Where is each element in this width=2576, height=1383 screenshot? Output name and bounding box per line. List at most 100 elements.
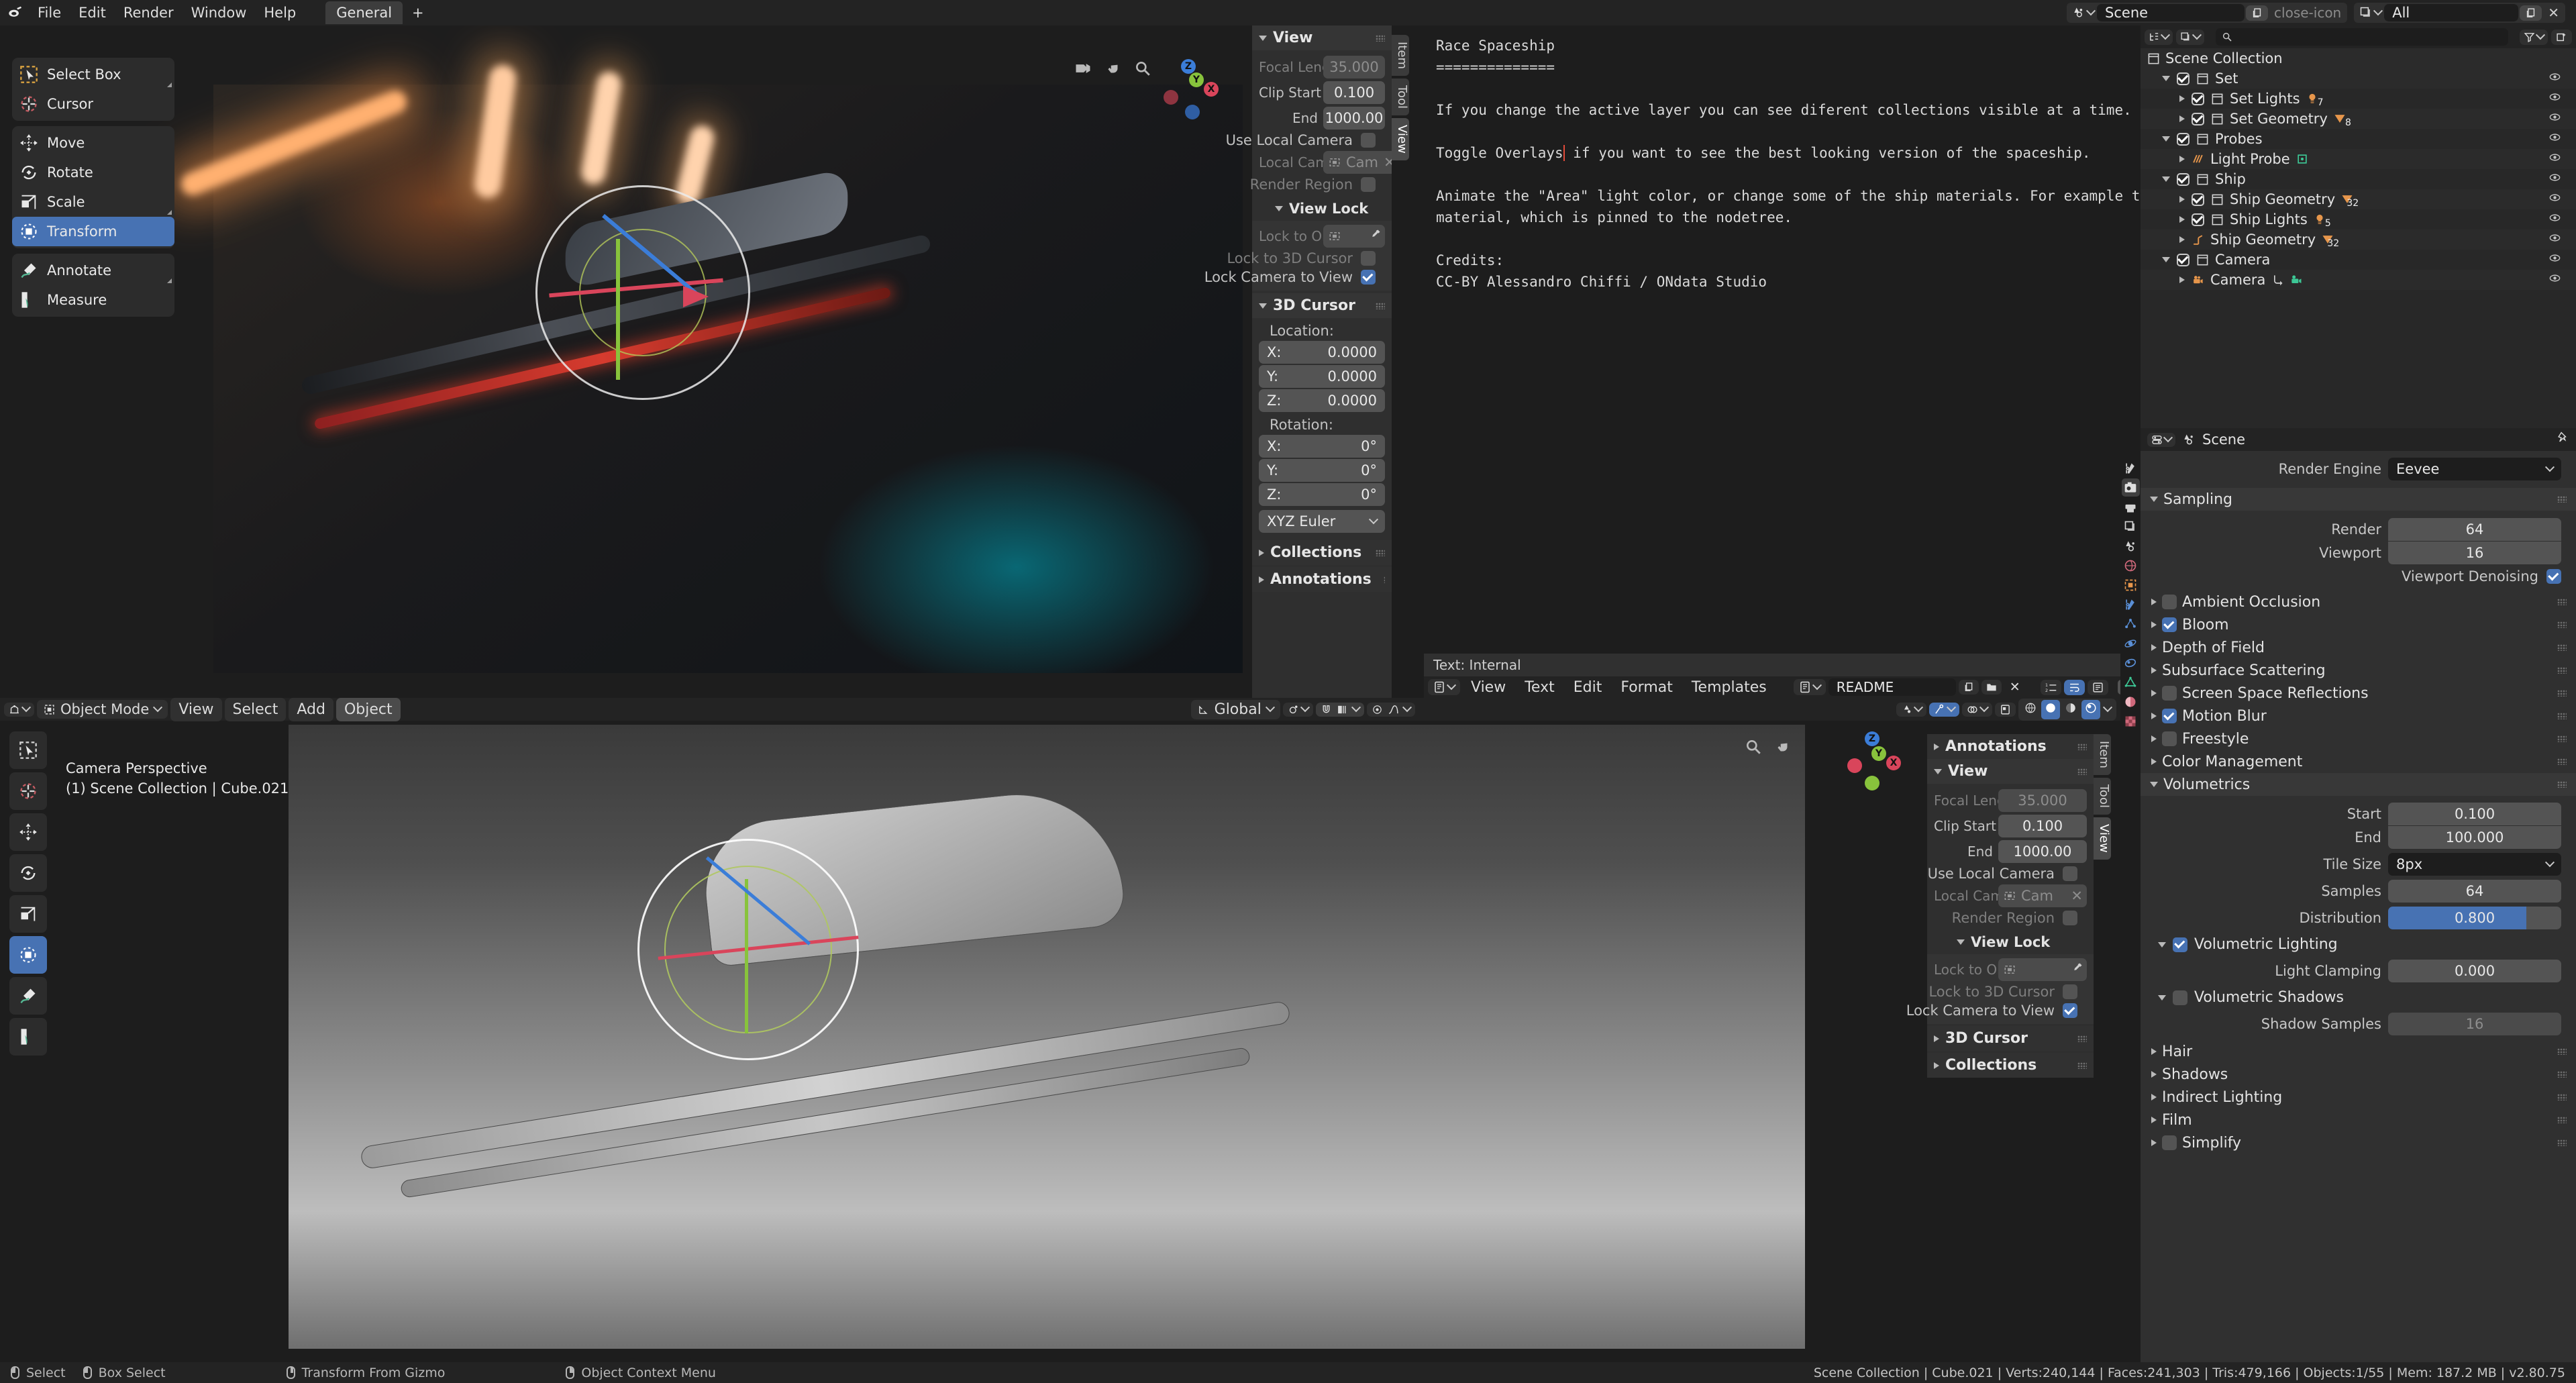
outliner-editor[interactable]: Scene Collection Set Set Lights 7 Set Geome… xyxy=(2141,25,2576,428)
viewport-nav-gizmos[interactable] xyxy=(1074,59,1151,78)
render-section[interactable]: Depth of Field xyxy=(2141,636,2576,659)
use-local-camera-checkbox[interactable] xyxy=(1361,133,1376,148)
axis-x-ball[interactable]: X xyxy=(1886,756,1901,770)
volumetrics-tilesize-dropdown[interactable]: 8px xyxy=(2388,853,2561,876)
vp2-tool-annotate[interactable] xyxy=(9,977,47,1015)
view-panel-header[interactable]: View xyxy=(1252,25,1392,50)
shading-wireframe-button[interactable] xyxy=(2021,700,2040,719)
clip-end-field[interactable]: 1000.00 xyxy=(1998,840,2087,863)
properties-tab-data-icon[interactable] xyxy=(2122,673,2140,691)
tool-rotate[interactable]: Rotate xyxy=(12,158,174,187)
viewport-render-canvas[interactable] xyxy=(177,63,1243,673)
vp2-proportional-edit[interactable] xyxy=(1366,702,1415,717)
focal-length-field[interactable]: 35.000 xyxy=(1998,789,2087,812)
outliner-filter-button[interactable] xyxy=(2520,29,2548,45)
axis-x-neg-ball[interactable] xyxy=(1164,90,1178,105)
expand-triangle-icon[interactable] xyxy=(2162,136,2170,142)
viewport-denoising-checkbox[interactable] xyxy=(2546,569,2561,584)
section-enable-checkbox[interactable] xyxy=(2162,1135,2177,1150)
chevron-down-icon[interactable] xyxy=(2104,706,2111,713)
collapse-triangle-icon[interactable] xyxy=(2179,236,2185,243)
vp2-tool-transform[interactable] xyxy=(9,936,47,974)
local-camera-field[interactable]: Cam ✕ xyxy=(1323,151,1400,174)
visibility-eye-icon[interactable] xyxy=(2548,70,2561,87)
outliner-exclude-checkbox[interactable] xyxy=(2192,92,2204,105)
sampling-render-field[interactable]: 64 xyxy=(2388,518,2561,541)
clip-end-field[interactable]: 1000.00 xyxy=(1323,107,1385,130)
toggle-word-wrap-button[interactable] xyxy=(2063,679,2085,695)
viewport2-nav-gizmos[interactable] xyxy=(1745,738,1792,756)
tool-annotate[interactable]: Annotate xyxy=(12,256,174,285)
properties-tab-particles-icon[interactable] xyxy=(2122,615,2140,633)
axis-x-ball[interactable]: X xyxy=(1204,82,1219,97)
tool-submenu-corner[interactable] xyxy=(167,278,172,283)
viewlayer-remove-button[interactable]: ✕ xyxy=(2542,3,2565,23)
workspace-tab-general[interactable]: General xyxy=(325,1,403,24)
render-section[interactable]: Bloom xyxy=(2141,613,2576,636)
sampling-viewport-field[interactable]: 16 xyxy=(2388,542,2561,564)
render-tail-section[interactable]: Indirect Lighting xyxy=(2141,1086,2576,1109)
text-menu-edit[interactable]: Edit xyxy=(1565,676,1610,699)
vp2-tool-move[interactable] xyxy=(9,813,47,851)
text-editor-body[interactable]: Race Spaceship ============== If you chan… xyxy=(1424,25,2206,676)
section-enable-checkbox[interactable] xyxy=(2162,709,2177,723)
properties-tab-modifier-icon[interactable] xyxy=(2122,595,2140,613)
render-section[interactable]: Subsurface Scattering xyxy=(2141,659,2576,682)
shading-material-preview-button[interactable] xyxy=(2061,700,2080,719)
axis-y-ball[interactable]: Y xyxy=(1871,746,1886,761)
lock-to-object-field[interactable] xyxy=(1323,225,1385,248)
outliner-badge-animation-icon[interactable] xyxy=(2271,273,2284,287)
vp2-view-lock-header[interactable]: View Lock xyxy=(1927,930,2094,954)
properties-tab-viewlayer-icon[interactable] xyxy=(2122,517,2140,535)
properties-tab-world-icon[interactable] xyxy=(2122,556,2140,574)
editor-type-button[interactable] xyxy=(1428,679,1460,695)
collapse-triangle-icon[interactable] xyxy=(2151,758,2157,765)
outliner-badge-lightprobe-data-icon[interactable] xyxy=(2296,152,2309,166)
collapse-triangle-icon[interactable] xyxy=(2151,644,2157,651)
shading-solid-button[interactable] xyxy=(2041,699,2060,719)
scene-selector[interactable]: Scene close-icon xyxy=(2067,3,2348,23)
tool-measure[interactable]: Measure xyxy=(12,285,174,315)
pan-hand-icon[interactable] xyxy=(1104,60,1122,77)
sidebar-tab-view[interactable]: View xyxy=(1392,117,1409,160)
vp2-menu-object[interactable]: Object xyxy=(336,698,401,721)
lock-to-object-field[interactable] xyxy=(1998,958,2087,981)
axis-gizmo[interactable]: Z X Y xyxy=(1158,59,1219,119)
text-menu-format[interactable]: Format xyxy=(1612,676,1681,699)
shadow-samples-field[interactable]: 16 xyxy=(2388,1013,2561,1035)
section-enable-checkbox[interactable] xyxy=(2162,617,2177,632)
visibility-eye-icon[interactable] xyxy=(2548,111,2561,127)
volumetrics-start-field[interactable]: 0.100 xyxy=(2388,803,2561,825)
tool-submenu-corner[interactable] xyxy=(167,210,172,215)
sidebar-tab-item[interactable]: Item xyxy=(1392,35,1409,76)
cursor-rot-x-field[interactable]: X: 0° xyxy=(1259,435,1385,458)
outliner-row[interactable]: Ship xyxy=(2141,169,2576,189)
vp2-cursor3d-header[interactable]: 3D Cursor xyxy=(1927,1026,2094,1051)
collapse-triangle-icon[interactable] xyxy=(2151,667,2157,674)
lock-to-cursor-checkbox[interactable] xyxy=(2063,984,2077,999)
outliner-row[interactable]: Probes xyxy=(2141,129,2576,149)
tool-transform[interactable]: Transform xyxy=(12,217,174,246)
volumetric-shadows-header[interactable]: Volumetric Shadows xyxy=(2141,984,2576,1011)
cursor-loc-z-field[interactable]: Z: 0.0000 xyxy=(1259,389,1385,412)
visibility-eye-icon[interactable] xyxy=(2548,171,2561,187)
properties-tab-physics-icon[interactable] xyxy=(2122,634,2140,652)
outliner-row[interactable]: Camera xyxy=(2141,250,2576,270)
viewlayer-copy-button[interactable] xyxy=(2520,5,2542,21)
properties-tab-scene-icon[interactable] xyxy=(2122,537,2140,555)
pan-hand-icon[interactable] xyxy=(1774,738,1792,756)
outliner-badge-light-icon[interactable]: 5 xyxy=(2313,213,2331,229)
outliner-row[interactable]: Light Probe xyxy=(2141,149,2576,169)
text-open-button[interactable] xyxy=(1981,680,2002,695)
outliner-exclude-checkbox[interactable] xyxy=(2192,213,2204,226)
cursor-loc-x-field[interactable]: X: 0.0000 xyxy=(1259,341,1385,364)
menu-window[interactable]: Window xyxy=(183,3,255,23)
scene-copy-button[interactable] xyxy=(2246,5,2269,21)
zoom-icon[interactable] xyxy=(1134,60,1151,77)
viewport2-axis-gizmo[interactable]: Z X Y xyxy=(1842,731,1902,792)
camera-view-icon[interactable] xyxy=(1074,59,1092,78)
text-menu-templates[interactable]: Templates xyxy=(1684,676,1775,699)
sidebar-tab-tool[interactable]: Tool xyxy=(1392,78,1409,115)
menu-edit[interactable]: Edit xyxy=(70,3,114,23)
scene-name-field[interactable]: Scene xyxy=(2097,4,2245,21)
